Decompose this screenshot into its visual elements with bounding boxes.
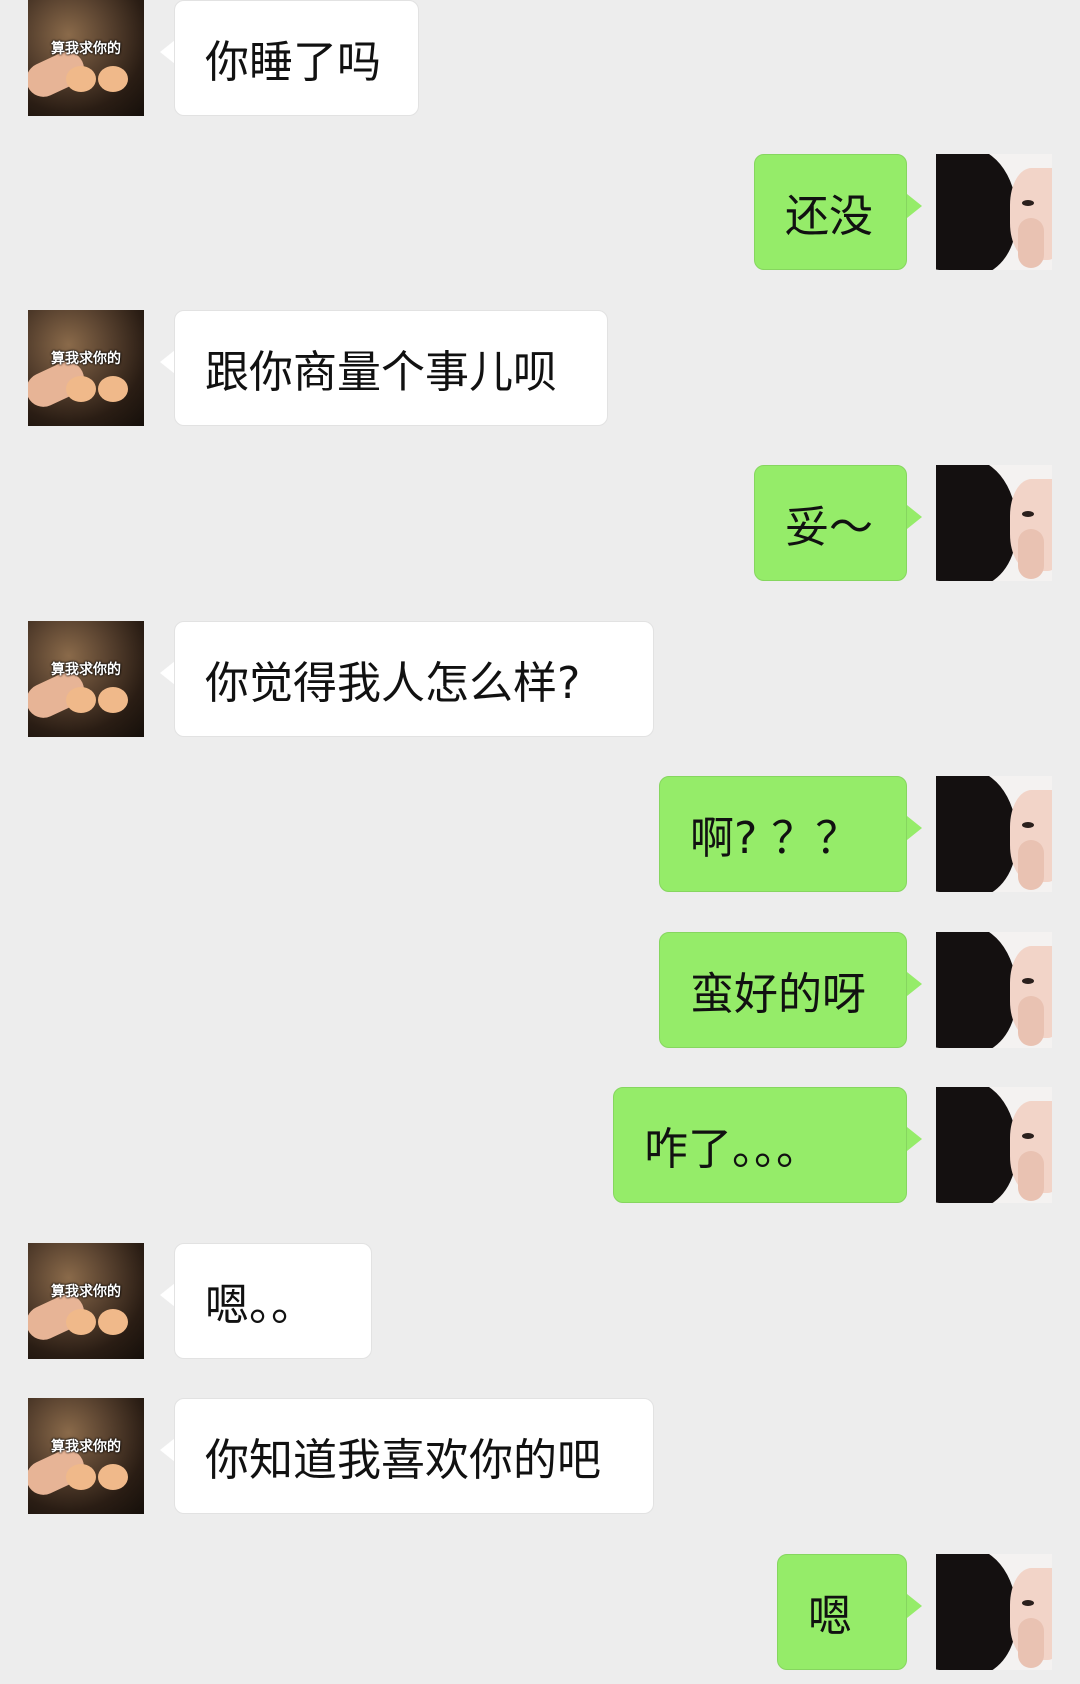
message-bubble-outgoing[interactable]: 嗯 xyxy=(777,1554,907,1670)
message-bubble-incoming[interactable]: 你知道我喜欢你的吧 xyxy=(174,1398,654,1514)
avatar-caption: 算我求你的 xyxy=(51,1284,121,1300)
avatar-caption: 算我求你的 xyxy=(51,351,121,367)
message-bubble-incoming[interactable]: 你睡了吗 xyxy=(174,0,419,116)
avatar-caption: 算我求你的 xyxy=(51,1439,121,1455)
message-bubble-outgoing[interactable]: 蛮好的呀 xyxy=(659,932,907,1048)
message-row: 妥～ xyxy=(0,465,1080,581)
girl-avatar[interactable] xyxy=(936,932,1052,1048)
girl-avatar[interactable] xyxy=(936,776,1052,892)
message-bubble-outgoing[interactable]: 妥～ xyxy=(754,465,907,581)
chat-conversation[interactable]: 算我求你的 你睡了吗 还没 算我求你的 跟你商量个事儿呗 妥～ 算我求你的 你觉… xyxy=(0,0,1080,1684)
girl-avatar[interactable] xyxy=(936,1554,1052,1670)
message-bubble-outgoing[interactable]: 还没 xyxy=(754,154,907,270)
cat-avatar[interactable]: 算我求你的 xyxy=(28,621,144,737)
message-row: 算我求你的 嗯。。 xyxy=(0,1243,1080,1359)
message-bubble-outgoing[interactable]: 咋了。。。 xyxy=(613,1087,907,1203)
girl-avatar[interactable] xyxy=(936,154,1052,270)
message-row: 算我求你的 你睡了吗 xyxy=(0,0,1080,116)
message-row: 蛮好的呀 xyxy=(0,932,1080,1048)
cat-avatar[interactable]: 算我求你的 xyxy=(28,1243,144,1359)
cat-avatar[interactable]: 算我求你的 xyxy=(28,0,144,116)
cat-avatar[interactable]: 算我求你的 xyxy=(28,310,144,426)
message-bubble-outgoing[interactable]: 啊? ？？ xyxy=(659,776,907,892)
message-bubble-incoming[interactable]: 嗯。。 xyxy=(174,1243,372,1359)
message-row: 咋了。。。 xyxy=(0,1087,1080,1203)
girl-avatar[interactable] xyxy=(936,1087,1052,1203)
cat-avatar[interactable]: 算我求你的 xyxy=(28,1398,144,1514)
message-row: 算我求你的 你知道我喜欢你的吧 xyxy=(0,1398,1080,1514)
message-row: 啊? ？？ xyxy=(0,776,1080,892)
avatar-caption: 算我求你的 xyxy=(51,41,121,57)
avatar-caption: 算我求你的 xyxy=(51,662,121,678)
girl-avatar[interactable] xyxy=(936,465,1052,581)
message-bubble-incoming[interactable]: 你觉得我人怎么样? xyxy=(174,621,654,737)
message-row: 算我求你的 跟你商量个事儿呗 xyxy=(0,310,1080,426)
message-row: 还没 xyxy=(0,154,1080,270)
message-row: 算我求你的 你觉得我人怎么样? xyxy=(0,621,1080,737)
message-row: 嗯 xyxy=(0,1554,1080,1670)
message-bubble-incoming[interactable]: 跟你商量个事儿呗 xyxy=(174,310,608,426)
